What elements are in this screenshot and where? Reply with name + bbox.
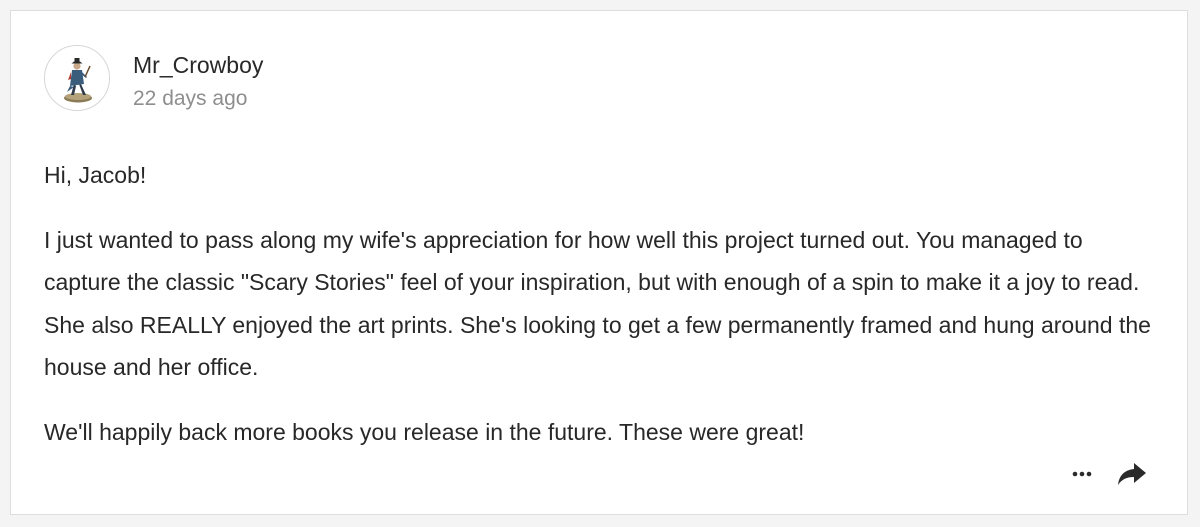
comment-timestamp: 22 days ago (133, 87, 248, 110)
more-options-button[interactable] (1067, 461, 1097, 485)
comment-paragraph: I just wanted to pass along my wife's ap… (44, 226, 1151, 381)
comment-paragraph: We'll happily back more books you releas… (44, 418, 805, 445)
comment-body: Hi, Jacob! I just wanted to pass along m… (44, 154, 1164, 453)
comment-card: Mr_Crowboy 22 days ago Hi, Jacob! I just… (10, 10, 1188, 515)
avatar-image (45, 46, 109, 110)
author-name[interactable]: Mr_Crowboy (133, 52, 263, 79)
share-button[interactable] (1115, 459, 1149, 489)
share-icon (1118, 463, 1146, 485)
more-horizontal-icon (1072, 471, 1092, 477)
comment-greeting: Hi, Jacob! (44, 162, 147, 188)
avatar[interactable] (44, 45, 110, 111)
